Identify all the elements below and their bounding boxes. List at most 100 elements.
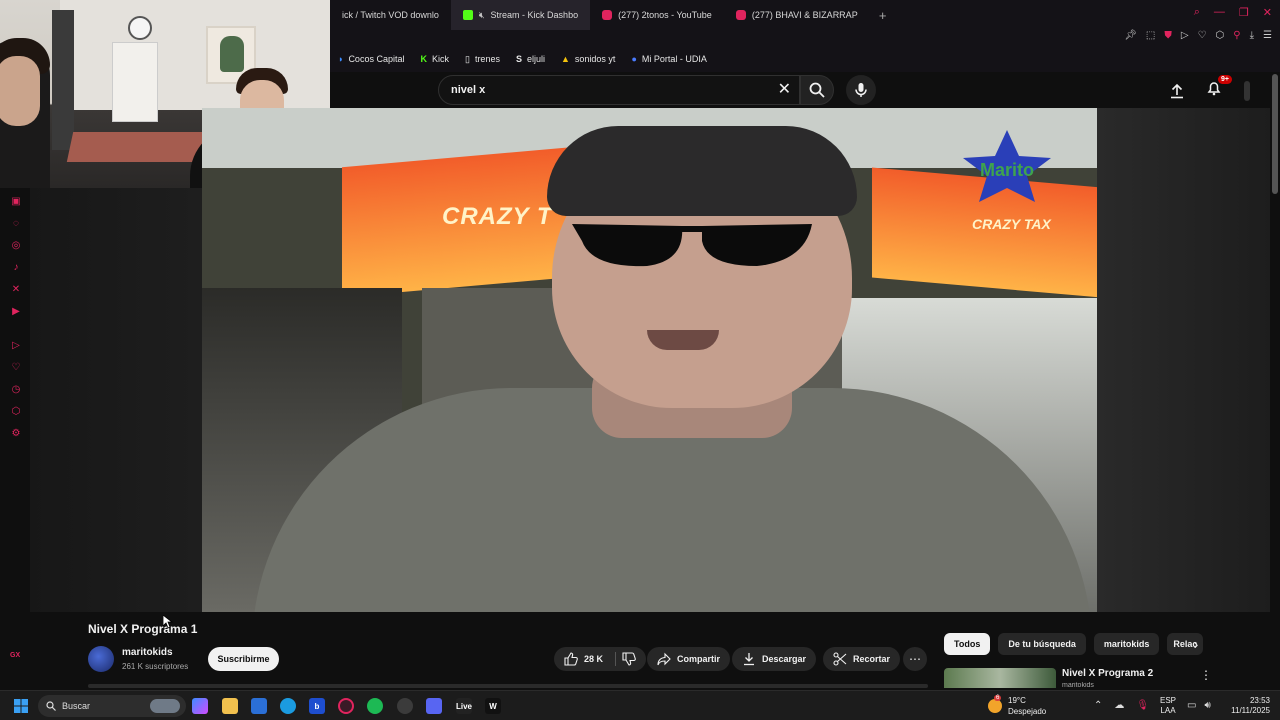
twitch-icon[interactable]: ▣ [10, 196, 22, 208]
youtube-icon [735, 10, 746, 20]
chevron-up-icon[interactable]: ⌃ [1094, 700, 1102, 711]
heart-icon[interactable]: ♡ [10, 362, 22, 374]
voice-search-button[interactable] [846, 75, 876, 105]
settings-icon[interactable]: ⚙ [10, 428, 22, 440]
like-button[interactable]: 28 K [554, 647, 647, 671]
bookmark-cocos-capital[interactable]: ◗ Cocos Capital [338, 54, 404, 64]
chevron-right-icon[interactable]: › [1188, 636, 1204, 652]
recommendation-thumbnail[interactable] [944, 668, 1056, 688]
clear-search-icon[interactable]: ✕ [778, 81, 791, 99]
new-tab-button[interactable]: + [874, 6, 892, 24]
menu-icon[interactable]: ☰ [1263, 30, 1272, 41]
bookmark-label: sonidos yt [574, 54, 616, 64]
store-icon[interactable] [251, 698, 267, 714]
quick-settings[interactable]: ▭ 🔊︎ [1187, 700, 1211, 711]
chip-de-tu-busqueda[interactable]: De tu búsqueda [998, 633, 1086, 655]
file-explorer-icon[interactable] [222, 698, 238, 714]
shield-icon[interactable]: ⛊ [1164, 30, 1172, 41]
page-scrollbar[interactable] [1272, 74, 1278, 194]
tiktok-icon[interactable]: ♪ [10, 262, 22, 274]
live-app-icon[interactable]: Live [456, 698, 472, 714]
microphone-icon[interactable]: 🎙︎ [1136, 700, 1149, 711]
player-icon[interactable]: ▷ [10, 340, 22, 352]
upload-icon[interactable] [1170, 83, 1184, 99]
recommendation-menu-icon[interactable]: ⋮ [1200, 668, 1212, 682]
chip-maritokids[interactable]: maritokids [1093, 633, 1160, 655]
opera-gx-icon[interactable] [338, 698, 354, 714]
whatsapp-icon[interactable]: ◌ [10, 218, 22, 230]
close-window-button[interactable]: ✕ [1263, 6, 1272, 19]
video-player[interactable]: CRAZY T CRAZY TAX Marito [202, 108, 1097, 612]
network-icon: ▭ [1187, 700, 1197, 711]
spotify-icon[interactable] [367, 698, 383, 714]
bookmark-trenes[interactable]: ▯ trenes [465, 54, 500, 65]
edge-icon[interactable] [280, 698, 296, 714]
tab-youtube-bhavi[interactable]: (277) BHAVI & BIZARRAP [724, 0, 870, 30]
minimize-button[interactable]: — [1214, 6, 1225, 19]
weather-condition: Despejado [1008, 707, 1047, 716]
bookmark-sonidos-yt[interactable]: ▲ sonidos yt [561, 54, 615, 64]
subscribe-button[interactable]: Suscribirme [208, 647, 279, 671]
extensions-icon[interactable]: ⬡ [10, 406, 22, 418]
youtube-icon[interactable]: ▶ [10, 306, 22, 318]
taskbar-clock[interactable]: 23:53 11/11/2025 [1224, 696, 1270, 716]
tab-kick-dashboard[interactable]: 🔇︎ Stream - Kick Dashbo [450, 0, 591, 30]
maximize-button[interactable]: ❐ [1239, 6, 1249, 19]
chip-todos[interactable]: Todos [944, 633, 991, 655]
header-actions: 9+ [1170, 75, 1250, 101]
windows-start-icon[interactable] [14, 699, 28, 713]
taskbar-search[interactable]: Buscar [38, 695, 186, 717]
waves-app-icon[interactable]: W [485, 698, 501, 714]
search-box[interactable]: ✕ [438, 75, 800, 105]
bookmark-mi-portal[interactable]: ● Mi Portal - UDIA [631, 54, 706, 64]
extensions-icon[interactable]: ⬡ [1216, 30, 1225, 41]
more-actions-button[interactable]: ⋯ [903, 647, 927, 671]
bookmark-kick[interactable]: K Kick [420, 54, 449, 64]
x-icon[interactable]: ✕ [10, 284, 22, 296]
mouse-cursor [163, 615, 173, 629]
tab-youtube-2tonos[interactable]: (277) 2tonos - YouTube [590, 0, 724, 30]
clock-time: 23:53 [1249, 696, 1270, 705]
heart-icon[interactable]: ♡ [1198, 30, 1207, 41]
search-button[interactable] [800, 75, 834, 105]
download-button[interactable]: Descargar [732, 647, 817, 671]
search-tabs-icon[interactable]: ⌕ [1194, 6, 1200, 19]
weather-temp: 19°C [1008, 696, 1026, 705]
history-icon[interactable]: ◷ [10, 384, 22, 396]
recommendation-title[interactable]: Nivel X Programa 2 [1062, 668, 1153, 679]
bookmark-label: Kick [431, 54, 449, 64]
bing-icon[interactable]: b [309, 698, 325, 714]
ambient-left [30, 188, 202, 612]
language-indicator[interactable]: ESP LAA [1160, 696, 1176, 716]
download-icon[interactable]: ⤓ [1250, 30, 1254, 41]
search-input[interactable] [451, 84, 761, 96]
tab-label: ick / Twitch VOD downlo [342, 10, 439, 20]
notifications-button[interactable]: 9+ [1206, 75, 1232, 101]
profile-icon[interactable]: ⚲ [1233, 30, 1240, 41]
clip-button[interactable]: Recortar [823, 647, 901, 671]
tab-twitch-vod[interactable]: ick / Twitch VOD downlo [330, 0, 451, 30]
cloud-icon[interactable]: ☁ [1114, 700, 1124, 711]
recommendation-channel: maritokids [1062, 682, 1094, 688]
cocos-icon: ◗ [338, 54, 344, 64]
copilot-icon[interactable] [192, 698, 208, 714]
play-icon[interactable]: ▷ [1181, 30, 1189, 41]
thumbs-up-icon [564, 652, 578, 666]
arcade-sign-left: CRAZY T [442, 203, 553, 230]
channel-name[interactable]: maritokids [122, 647, 173, 658]
share-button[interactable]: Compartir [647, 647, 731, 671]
svg-text:Marito: Marito [980, 160, 1034, 180]
pin-icon[interactable]: 📌︎ [1124, 30, 1137, 41]
account-avatar[interactable] [1244, 80, 1250, 101]
bookmark-eljuli[interactable]: S eljuli [516, 54, 545, 64]
weather-widget[interactable]: 6 19°C Despejado [988, 695, 1046, 717]
obs-icon[interactable] [397, 698, 413, 714]
discord-icon[interactable] [426, 698, 442, 714]
snapshot-icon[interactable]: ⬚ [1146, 30, 1155, 41]
volume-icon: 🔊︎ [1204, 700, 1211, 711]
channel-avatar[interactable] [88, 646, 114, 672]
thumbs-down-icon[interactable] [622, 652, 636, 666]
search-highlight-icon [150, 699, 180, 713]
kick-icon: K [420, 54, 427, 64]
instagram-icon[interactable]: ◎ [10, 240, 22, 252]
